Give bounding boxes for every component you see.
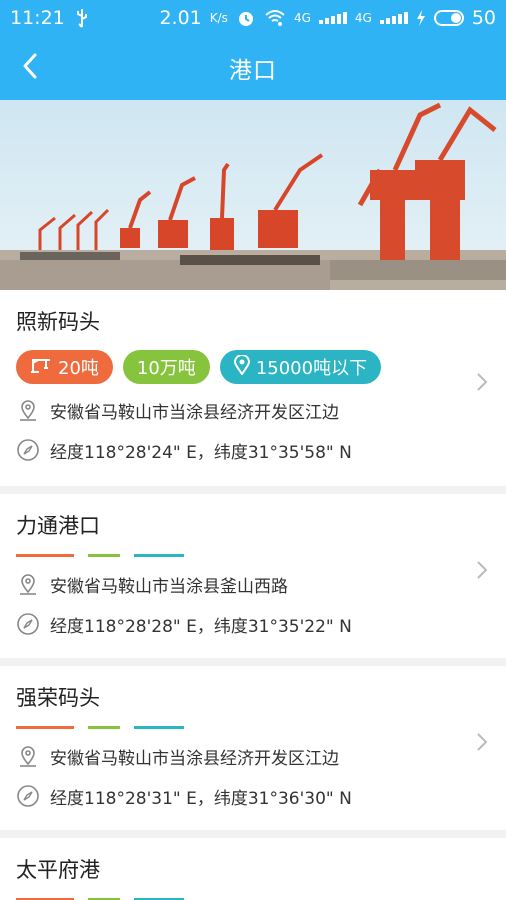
alarm-clock-icon (236, 8, 256, 28)
berth-tag: 15000吨以下 (219, 350, 382, 384)
chevron-right-icon (474, 370, 490, 394)
port-hero-image (0, 100, 506, 290)
capacity-label: 20吨 (58, 358, 99, 379)
signal-1-label: 4G (293, 11, 311, 25)
chevron-right-icon (474, 558, 490, 582)
wifi-icon (264, 9, 286, 27)
coords-row: 经度118°28'31" E，纬度31°36'30" N (16, 776, 490, 816)
tag-row: 20吨 10万吨 15000吨以下 (16, 350, 490, 384)
port-address: 安徽省马鞍山市当涂县经济开发区江边 (50, 402, 339, 423)
port-list-item[interactable]: 太平府港 (0, 838, 506, 900)
address-row: 安徽省马鞍山市当涂县经济开发区江边 (16, 390, 490, 430)
port-coordinates: 经度118°28'31" E，纬度31°36'30" N (50, 788, 352, 809)
battery-level: 50 (471, 7, 496, 29)
divider (134, 726, 184, 729)
address-row: 安徽省马鞍山市当涂县釜山西路 (16, 564, 490, 604)
chevron-left-icon (21, 52, 39, 84)
compass-icon (16, 438, 40, 462)
battery-icon (433, 10, 464, 26)
nav-bar: 港口 (0, 36, 506, 100)
page-title: 港口 (229, 58, 277, 84)
location-pin-icon (233, 353, 250, 380)
port-name: 照新码头 (16, 310, 100, 334)
port-list-item[interactable]: 照新码头 20吨 10万吨 15000吨以下 安徽省马鞍山市当涂县经济开发区江边… (0, 290, 506, 486)
address-row: 安徽省马鞍山市当涂县经济开发区江边 (16, 736, 490, 776)
capacity-tag: 20吨 (16, 350, 113, 384)
berth-label: 15000吨以下 (255, 358, 368, 379)
compass-icon (16, 612, 40, 636)
port-list: 照新码头 20吨 10万吨 15000吨以下 安徽省马鞍山市当涂县经济开发区江边… (0, 290, 506, 900)
port-name: 力通港口 (16, 514, 100, 538)
coords-row: 经度118°28'24" E，纬度31°35'58" N (16, 430, 490, 470)
signal-2-label: 4G (354, 11, 372, 25)
divider (16, 726, 74, 729)
divider (88, 726, 120, 729)
crane-icon (30, 356, 52, 379)
tag-lines (16, 554, 490, 558)
location-icon (16, 572, 40, 596)
usb-icon (75, 8, 89, 28)
port-name: 太平府港 (16, 858, 100, 882)
net-speed: 2.01 (159, 7, 202, 29)
net-speed-unit: K/s (209, 11, 228, 25)
status-time: 11:21 (10, 7, 65, 29)
back-button[interactable] (10, 46, 50, 90)
port-coordinates: 经度118°28'28" E，纬度31°35'22" N (50, 616, 352, 637)
port-coordinates: 经度118°28'24" E，纬度31°35'58" N (50, 442, 352, 463)
status-bar: 11:21 2.01 K/s 4G 4G 50 (0, 0, 506, 36)
tonnage-label: 10万吨 (136, 358, 196, 379)
port-list-item[interactable]: 力通港口 安徽省马鞍山市当涂县釜山西路 经度118°28'28" E，纬度31°… (0, 494, 506, 658)
compass-icon (16, 784, 40, 808)
port-name: 强荣码头 (16, 686, 100, 710)
divider (16, 554, 74, 557)
chevron-right-icon (474, 730, 490, 754)
charging-icon (416, 10, 426, 26)
tag-lines (16, 726, 490, 730)
port-address: 安徽省马鞍山市当涂县经济开发区江边 (50, 748, 339, 769)
location-icon (16, 744, 40, 768)
port-list-item[interactable]: 强荣码头 安徽省马鞍山市当涂县经济开发区江边 经度118°28'31" E，纬度… (0, 666, 506, 830)
port-address: 安徽省马鞍山市当涂县釜山西路 (50, 576, 288, 597)
tonnage-tag: 10万吨 (122, 350, 210, 384)
coords-row: 经度118°28'28" E，纬度31°35'22" N (16, 604, 490, 644)
divider (88, 554, 120, 557)
location-icon (16, 398, 40, 422)
signal-icon (379, 12, 408, 24)
divider (134, 554, 184, 557)
signal-icon (318, 12, 347, 24)
